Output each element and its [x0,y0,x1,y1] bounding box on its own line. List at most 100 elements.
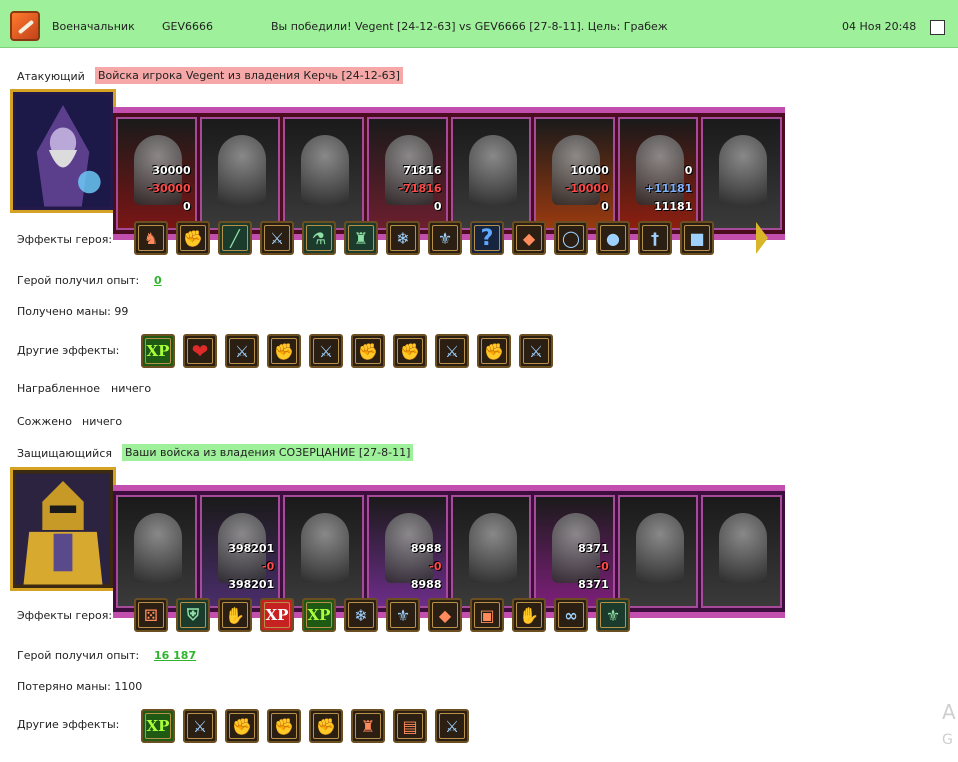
wizard-portrait-icon [16,95,110,207]
unit-count-bottom: 8988 [410,578,442,591]
defender-unit-card[interactable]: 398201 -0 398201 [199,495,281,608]
fist-icon[interactable]: ✊ [267,334,301,368]
staff-icon[interactable]: ╱ [218,221,252,255]
heart-icon[interactable]: ❤ [183,334,217,368]
attacker-unit-card[interactable] [701,117,782,230]
totem-icon[interactable]: ▤ [393,709,427,743]
crest-icon[interactable]: ⚜ [428,221,462,255]
unit-figure-icon [134,513,182,583]
attacker-exp-value[interactable]: 0 [154,274,162,287]
corner-char-2: G [942,732,953,748]
dagger-icon[interactable]: † [638,221,672,255]
knight-xp-icon[interactable]: XP [302,598,336,632]
defender-unit-card[interactable]: 8988 -0 8988 [366,495,448,608]
battle-summary[interactable]: Вы победили! Vegent [24-12-63] vs GEV666… [271,20,668,33]
unit-count-mid: -30000 [147,182,191,195]
xp-icon[interactable]: XP [260,598,294,632]
question-icon[interactable]: ? [470,221,504,255]
attacker-hero-effects: ♞ ✊ ╱ ⚔ ⚗ ♜ ❄ ⚜? ◆ ◯ ● † ■ [134,221,714,255]
attacker-unit-card[interactable]: 71816 -71816 0 [366,117,448,230]
paladin-icon[interactable]: ♞ [134,221,168,255]
unit-count-bottom: 0 [601,200,609,213]
unit-count-bottom: 0 [182,200,191,213]
defender-unit-card[interactable] [116,495,197,608]
attacker-unit-card[interactable] [199,117,281,230]
defender-exp-value[interactable]: 16 187 [154,649,196,662]
unit-figure-icon [217,135,266,205]
attacker-unit-card[interactable]: 30000 -30000 0 [116,117,197,230]
fist-icon[interactable]: ✊ [309,709,343,743]
potion-icon[interactable]: ⚗ [302,221,336,255]
fist-icon[interactable]: ✊ [393,334,427,368]
unit-figure-icon [719,135,768,205]
fist-icon[interactable]: ✊ [477,334,511,368]
attacker-unit-card[interactable]: 10000 -10000 0 [534,117,615,230]
attacker-mana: Получено маны: 99 [17,305,129,318]
defender-unit-card[interactable]: 8371 -0 8371 [534,495,615,608]
unit-count-mid: -10000 [565,182,609,195]
unit-count-bottom: 11181 [654,200,693,213]
shield-icon[interactable]: ⛨ [176,598,210,632]
crest-icon[interactable]: ⚜ [386,598,420,632]
unit-count-mid: -0 [596,560,609,573]
sword-icon[interactable]: ⚔ [225,334,259,368]
defender-unit-card[interactable] [701,495,782,608]
sword-icon[interactable]: ⚔ [260,221,294,255]
unit-count-top: 10000 [570,164,609,177]
xp-icon[interactable]: XP [141,709,175,743]
fist-icon[interactable]: ✊ [176,221,210,255]
fist-icon[interactable]: ✊ [267,709,301,743]
defender-exp-label: Герой получил опыт: [17,649,140,662]
tower-icon[interactable]: ♜ [344,221,378,255]
defender-unit-card[interactable] [450,495,532,608]
loot-label: Награбленное [17,382,100,395]
attacker-hero-effects-label: Эффекты героя: [17,233,113,246]
defender-unit-card[interactable] [283,495,364,608]
fist-icon[interactable]: ✊ [225,709,259,743]
defender-label: Защищающийся [17,447,112,460]
attacker-unit-card[interactable] [450,117,532,230]
attacker-description: Войска игрока Vegent из владения Керчь [… [95,67,403,84]
attacker-unit-card[interactable] [283,117,364,230]
battle-datetime: 04 Ноя 20:48 [842,20,917,33]
scroll-right-arrow-icon[interactable] [756,222,768,254]
attacker-unit-card[interactable]: 0 +11181 11181 [617,117,699,230]
unit-count-bottom: 398201 [228,578,275,591]
fist-icon[interactable]: ✊ [351,334,385,368]
fort-icon[interactable]: ♜ [351,709,385,743]
lily-icon[interactable]: ⚜ [596,598,630,632]
xp-icon[interactable]: XP [141,334,175,368]
armor-icon[interactable]: ◆ [428,598,462,632]
sword-icon[interactable]: ⚔ [435,334,469,368]
sword-icon[interactable]: ⚔ [519,334,553,368]
defender-unit-card[interactable] [617,495,699,608]
header-bar: Военачальник GEV6666 Вы победили! Vegent… [0,0,958,48]
header-player[interactable]: GEV6666 [162,20,213,33]
unit-figure-icon [301,135,350,205]
orb-icon[interactable]: ● [596,221,630,255]
ring-icon[interactable]: ◯ [554,221,588,255]
frost-icon[interactable]: ❄ [344,598,378,632]
unit-count-bottom: 8371 [578,578,609,591]
unit-count-mid: -0 [429,560,442,573]
armor-icon[interactable]: ◆ [512,221,546,255]
frost-icon[interactable]: ❄ [386,221,420,255]
sword-icon[interactable]: ⚔ [309,334,343,368]
chain-icon[interactable]: ∞ [554,598,588,632]
unit-count-bottom: 0 [433,200,442,213]
attacker-hero-portrait[interactable] [10,89,116,213]
unit-count-top: 8988 [410,542,442,555]
sword-icon[interactable]: ⚔ [183,709,217,743]
sword-icon[interactable]: ⚔ [435,709,469,743]
defender-other-effects: XP ⚔ ✊ ✊ ✊ ♜ ▤ ⚔ [141,709,469,743]
gauntlet-icon[interactable]: ✋ [512,598,546,632]
defender-hero-portrait[interactable] [10,467,116,591]
select-checkbox[interactable] [930,20,945,35]
boots-icon[interactable]: ▣ [470,598,504,632]
handshake-icon[interactable]: ✋ [218,598,252,632]
unit-count-top: 0 [684,164,693,177]
defender-description: Ваши войска из владения СОЗЕРЦАНИЕ [27-8… [122,444,414,461]
dice-fist-icon[interactable]: ⚄ [134,598,168,632]
cloak-icon[interactable]: ■ [680,221,714,255]
attacker-exp-label: Герой получил опыт: [17,274,140,287]
